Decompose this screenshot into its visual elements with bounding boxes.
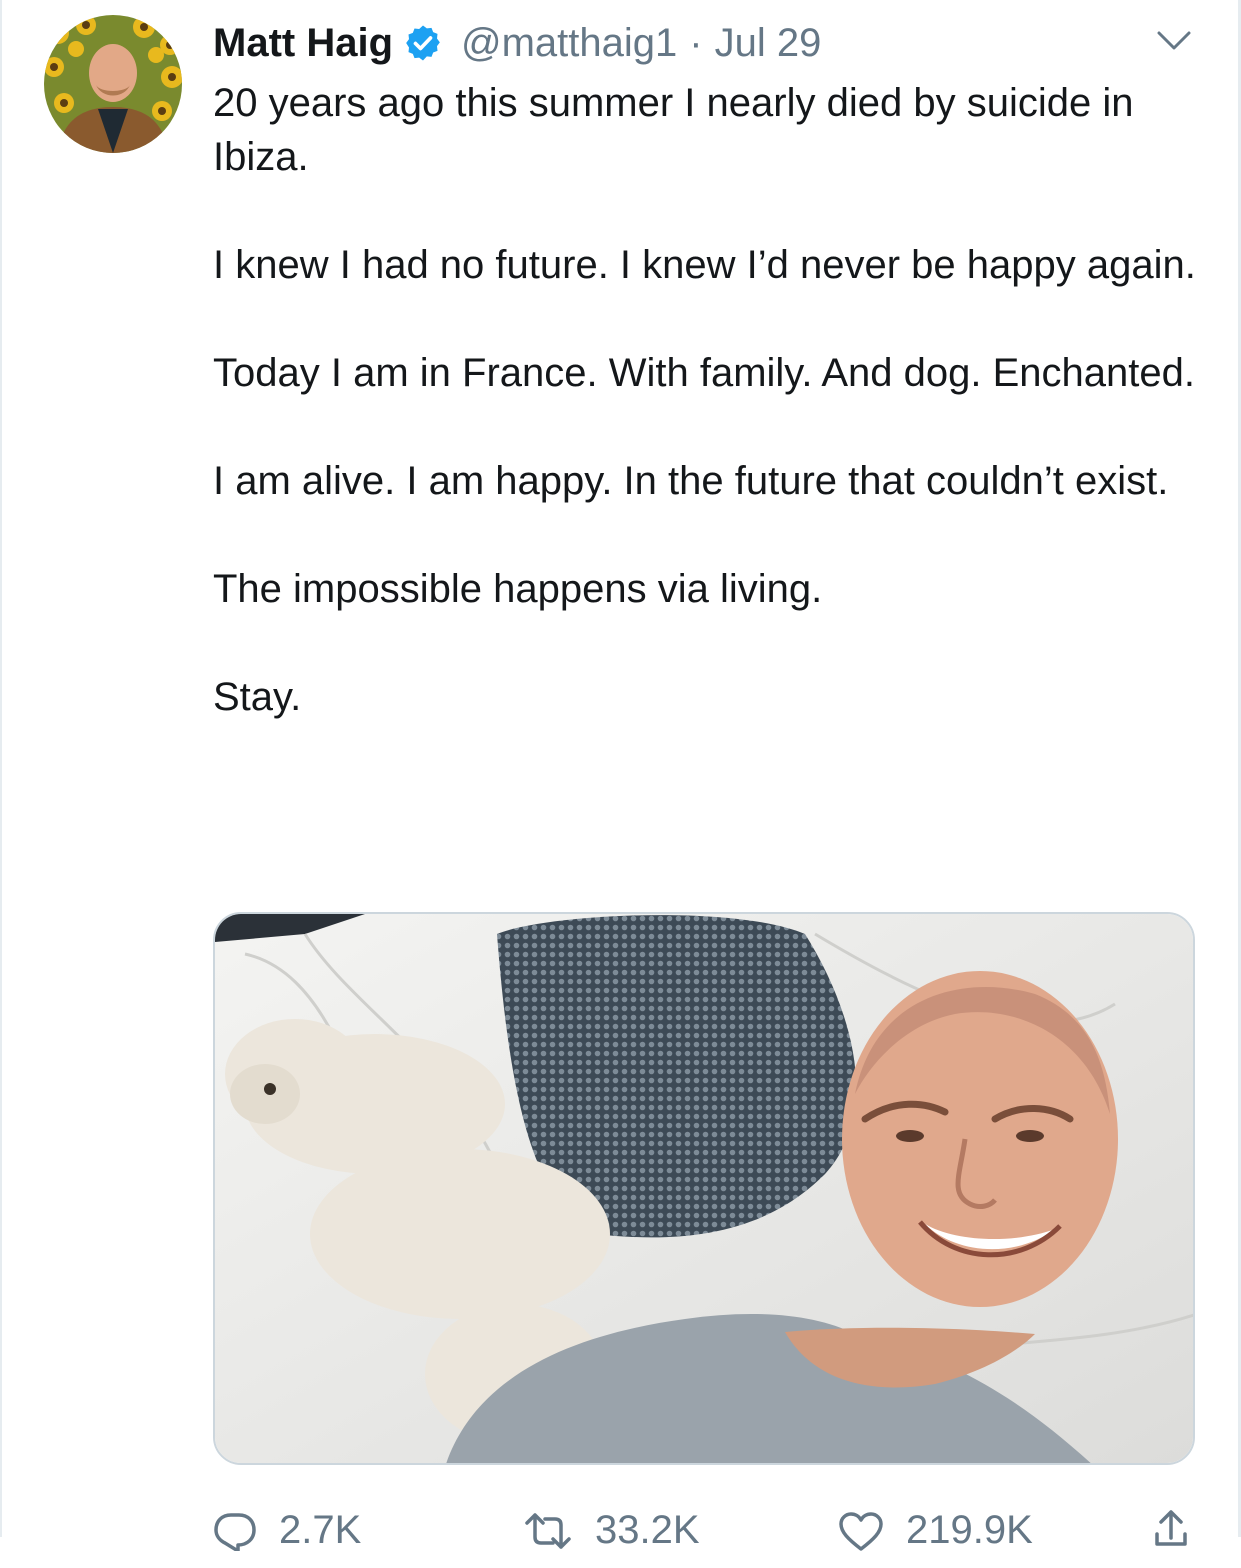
- retweet-icon: [523, 1511, 573, 1551]
- tweet-photo[interactable]: [213, 912, 1195, 1465]
- left-border: [0, 0, 2, 1537]
- tweet-paragraph: Today I am in France. With family. And d…: [213, 351, 1195, 395]
- retweet-count: 33.2K: [595, 1508, 700, 1552]
- like-count: 219.9K: [906, 1508, 1033, 1552]
- author-name[interactable]: Matt Haig: [213, 21, 393, 66]
- reply-button[interactable]: 2.7K: [213, 1508, 361, 1553]
- like-button[interactable]: 219.9K: [838, 1508, 1033, 1553]
- tweet-paragraph: The impossible happens via living.: [213, 567, 823, 611]
- share-button[interactable]: [1153, 1508, 1189, 1548]
- chevron-down-icon[interactable]: [1157, 30, 1191, 52]
- reply-count: 2.7K: [279, 1508, 362, 1552]
- heart-icon: [838, 1511, 884, 1551]
- tweet-text: 20 years ago this summer I nearly died b…: [213, 76, 1203, 724]
- tweet-actions: 2.7K 33.2K 219.9K: [213, 1508, 1203, 1568]
- avatar[interactable]: [44, 15, 182, 153]
- verified-badge-icon: [403, 23, 443, 63]
- tweet-paragraph: I knew I had no future. I knew I’d never…: [213, 243, 1196, 287]
- author-handle[interactable]: @matthaig1: [461, 21, 677, 66]
- share-icon: [1153, 1508, 1189, 1548]
- separator-dot: ·: [689, 20, 703, 65]
- tweet-date[interactable]: Jul 29: [715, 21, 822, 66]
- reply-icon: [213, 1511, 257, 1551]
- tweet-paragraph: I am alive. I am happy. In the future th…: [213, 459, 1169, 503]
- tweet-paragraph: Stay.: [213, 675, 302, 719]
- retweet-button[interactable]: 33.2K: [523, 1508, 700, 1553]
- tweet-paragraph: 20 years ago this summer I nearly died b…: [213, 81, 1134, 179]
- tweet-header: Matt Haig @matthaig1 · Jul 29: [213, 18, 821, 68]
